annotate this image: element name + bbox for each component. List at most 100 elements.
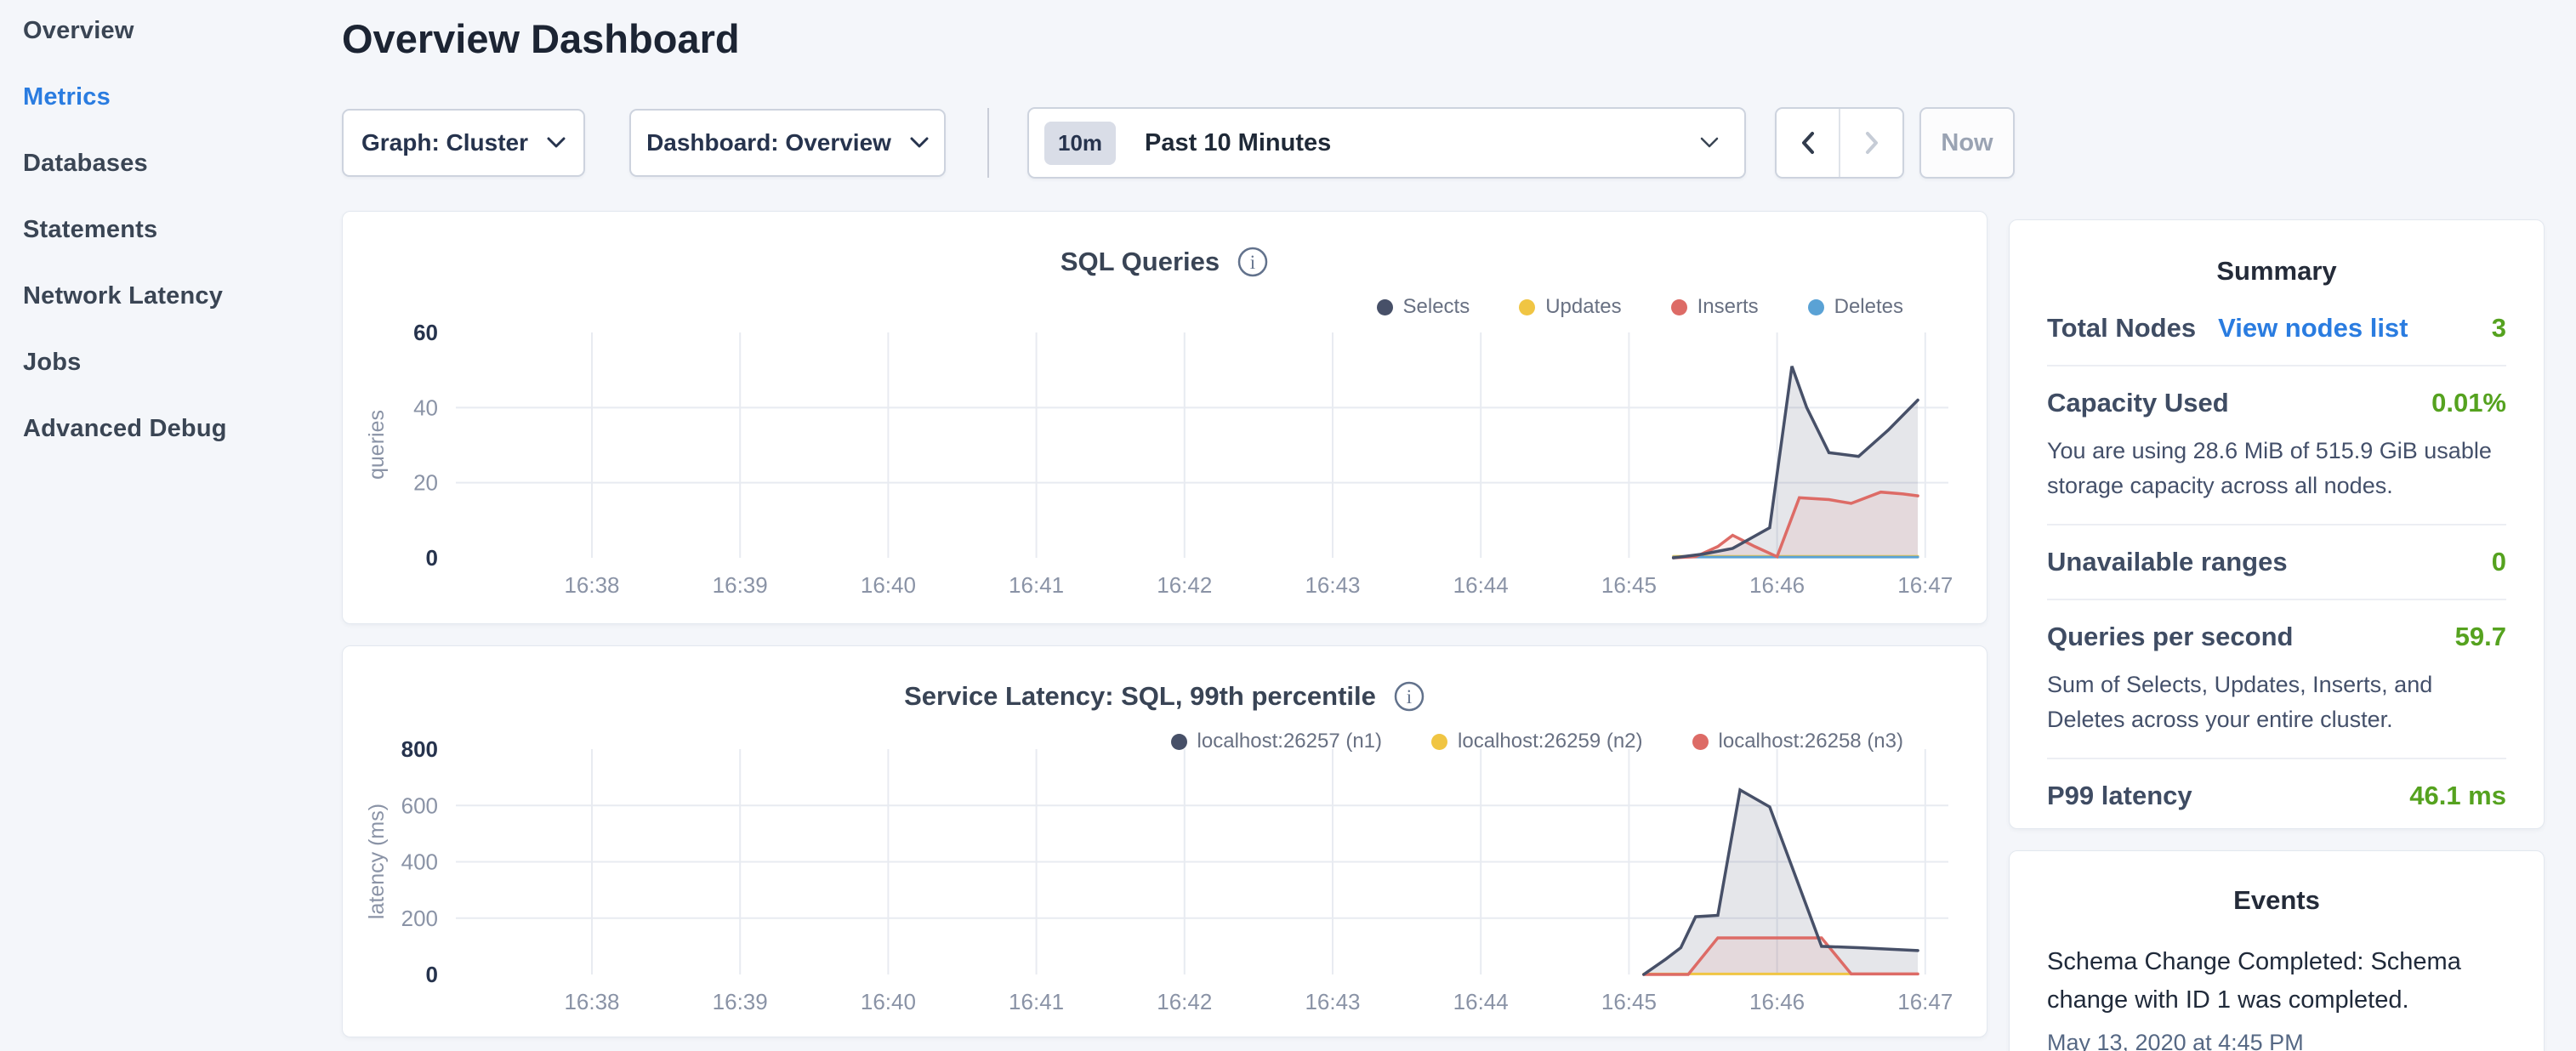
sidebar-item-advanced-debug[interactable]: Advanced Debug	[23, 415, 329, 443]
service-latency-chart-card: Service Latency: SQL, 99th percentile i …	[342, 645, 1987, 1037]
x-tick-label: 16:39	[713, 572, 768, 598]
controls-divider	[987, 108, 989, 178]
now-button[interactable]: Now	[1919, 107, 2015, 179]
next-interval-button[interactable]	[1839, 109, 1902, 177]
summary-desc: You are using 28.6 MiB of 515.9 GiB usab…	[2047, 434, 2506, 503]
legend-item[interactable]: Deletes	[1808, 295, 1903, 319]
chevron-left-icon	[1800, 131, 1816, 155]
y-axis-unit-label: queries	[365, 410, 389, 480]
time-range-badge: 10m	[1044, 122, 1116, 165]
legend-item[interactable]: Selects	[1377, 295, 1470, 319]
graph-dropdown-label: Graph: Cluster	[361, 129, 528, 156]
service-latency-plot: 0200400600800latency (ms)16:3816:3916:40…	[343, 741, 1987, 1030]
sidebar-item-overview[interactable]: Overview	[23, 17, 329, 45]
x-tick-label: 16:41	[1009, 989, 1064, 1014]
summary-label: Total Nodes	[2047, 313, 2196, 344]
legend-label: Inserts	[1697, 295, 1759, 319]
sql-queries-chart-card: SQL Queries i Selects Updates Inserts Delet…	[342, 211, 1987, 624]
x-tick-label: 16:42	[1157, 989, 1212, 1014]
chevron-down-icon	[910, 137, 929, 149]
x-tick-label: 16:46	[1749, 989, 1805, 1014]
gridlines	[456, 332, 1948, 558]
events-title: Events	[2047, 885, 2506, 916]
x-tick-label: 16:39	[713, 989, 768, 1014]
chevron-right-icon	[1864, 131, 1879, 155]
summary-item-p99-latency: P99 latency 46.1 ms	[2047, 759, 2506, 829]
sidebar-item-network-latency[interactable]: Network Latency	[23, 282, 329, 310]
legend-dot-icon	[1519, 299, 1535, 315]
summary-label: Capacity Used	[2047, 388, 2229, 418]
x-tick-label: 16:42	[1157, 572, 1212, 598]
summary-value: 46.1 ms	[2409, 781, 2506, 811]
summary-item-capacity-used: Capacity Used 0.01% You are using 28.6 M…	[2047, 366, 2506, 526]
y-axis-labels: 0200400600800latency (ms)	[365, 741, 438, 987]
chart-title: SQL Queries	[1061, 247, 1220, 277]
dashboard-dropdown-label: Dashboard: Overview	[646, 129, 891, 156]
y-tick-label: 800	[401, 741, 438, 762]
x-tick-label: 16:40	[861, 989, 916, 1014]
summary-label: Unavailable ranges	[2047, 547, 2288, 577]
summary-item-unavailable-ranges: Unavailable ranges 0	[2047, 526, 2506, 600]
x-tick-label: 16:43	[1305, 572, 1360, 598]
x-tick-label: 16:41	[1009, 572, 1064, 598]
summary-value: 0.01%	[2431, 388, 2506, 418]
overview-dashboard-page: Overview Metrics Databases Statements Ne…	[0, 0, 2576, 1051]
summary-value: 59.7	[2455, 622, 2506, 652]
dashboard-dropdown[interactable]: Dashboard: Overview	[629, 109, 946, 177]
events-panel: Events Schema Change Completed: Schema c…	[2009, 850, 2545, 1051]
y-tick-label: 60	[413, 324, 438, 345]
summary-item-total-nodes: Total Nodes View nodes list 3	[2047, 292, 2506, 366]
info-icon[interactable]: i	[1237, 246, 1269, 278]
x-tick-label: 16:45	[1601, 989, 1657, 1014]
x-tick-label: 16:47	[1897, 989, 1953, 1014]
legend-label: Deletes	[1834, 295, 1903, 319]
legend-dot-icon	[1671, 299, 1687, 315]
sidebar-item-databases[interactable]: Databases	[23, 150, 329, 178]
y-tick-label: 400	[401, 849, 438, 875]
summary-value: 3	[2492, 313, 2506, 344]
x-tick-label: 16:40	[861, 572, 916, 598]
sidebar-item-statements[interactable]: Statements	[23, 216, 329, 244]
info-icon[interactable]: i	[1393, 680, 1425, 713]
x-axis-labels: 16:3816:3916:4016:4116:4216:4316:4416:45…	[564, 572, 1953, 598]
view-nodes-list-link[interactable]: View nodes list	[2218, 313, 2408, 344]
x-tick-label: 16:38	[564, 989, 619, 1014]
y-tick-label: 0	[426, 962, 438, 987]
x-tick-label: 16:47	[1897, 572, 1953, 598]
y-tick-label: 200	[401, 906, 438, 931]
sql-queries-plot: 0 20 40 60 queries 16:38 16:39 16:40 16:41 16:42 1…	[343, 324, 1987, 613]
x-tick-label: 16:44	[1453, 989, 1509, 1014]
time-range-label: Past 10 Minutes	[1145, 129, 1331, 157]
legend-item[interactable]: Updates	[1519, 295, 1621, 319]
svg-text:i: i	[1407, 686, 1412, 707]
previous-interval-button[interactable]	[1777, 109, 1839, 177]
summary-label: Queries per second	[2047, 622, 2293, 652]
y-tick-label: 20	[413, 470, 438, 496]
chart-title-row: Service Latency: SQL, 99th percentile i	[343, 680, 1987, 713]
summary-value: 0	[2492, 547, 2506, 577]
summary-label: P99 latency	[2047, 781, 2192, 811]
graph-dropdown[interactable]: Graph: Cluster	[342, 109, 585, 177]
sidebar: Overview Metrics Databases Statements Ne…	[23, 17, 329, 443]
legend-dot-icon	[1808, 299, 1824, 315]
legend-item[interactable]: Inserts	[1671, 295, 1759, 319]
x-tick-label: 16:46	[1749, 572, 1805, 598]
x-tick-label: 16:45	[1601, 572, 1657, 598]
y-tick-label: 40	[413, 395, 438, 420]
sidebar-item-metrics[interactable]: Metrics	[23, 83, 329, 111]
x-tick-label: 16:38	[564, 572, 619, 598]
time-step-buttons	[1775, 107, 1904, 179]
y-tick-label: 0	[426, 545, 438, 571]
y-axis-labels: 0 20 40 60 queries	[365, 324, 438, 571]
summary-item-queries-per-second: Queries per second 59.7 Sum of Selects, …	[2047, 600, 2506, 759]
sidebar-item-jobs[interactable]: Jobs	[23, 349, 329, 377]
legend-label: Updates	[1545, 295, 1621, 319]
page-title: Overview Dashboard	[342, 15, 740, 62]
chart-title-row: SQL Queries i	[343, 246, 1987, 278]
svg-text:i: i	[1250, 252, 1255, 273]
summary-panel: Summary Total Nodes View nodes list 3 Ca…	[2009, 219, 2545, 829]
time-range-picker[interactable]: 10m Past 10 Minutes	[1027, 107, 1746, 179]
legend-dot-icon	[1377, 299, 1393, 315]
event-item[interactable]: Schema Change Completed: Schema change w…	[2047, 943, 2506, 1051]
event-message: Schema Change Completed: Schema change w…	[2047, 943, 2506, 1020]
